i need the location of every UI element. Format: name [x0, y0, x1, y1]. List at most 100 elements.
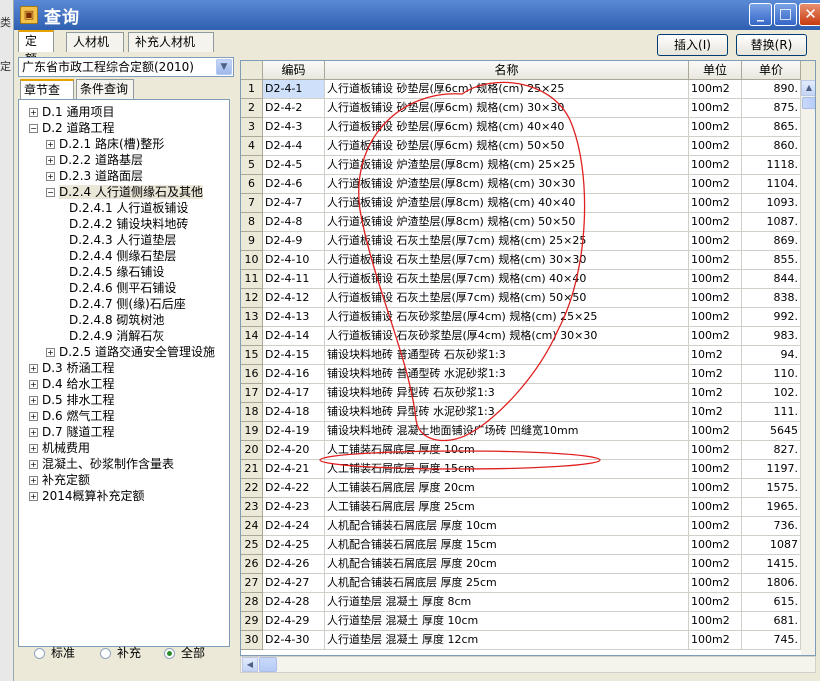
name-cell[interactable]: 人行道板铺设 砂垫层(厚6cm) 规格(cm) 25×25: [325, 80, 689, 99]
price-cell[interactable]: 1087.: [742, 213, 801, 232]
name-cell[interactable]: 铺设块料地砖 普通型砖 石灰砂浆1:3: [325, 346, 689, 365]
row-number[interactable]: 28: [241, 593, 263, 612]
row-number[interactable]: 14: [241, 327, 263, 346]
unit-cell[interactable]: 100m2: [689, 156, 742, 175]
unit-cell[interactable]: 100m2: [689, 555, 742, 574]
row-number[interactable]: 23: [241, 498, 263, 517]
unit-cell[interactable]: 100m2: [689, 631, 742, 650]
code-cell[interactable]: D2-4-26: [263, 555, 325, 574]
unit-cell[interactable]: 100m2: [689, 308, 742, 327]
price-cell[interactable]: 1118.: [742, 156, 801, 175]
row-number[interactable]: 1: [241, 80, 263, 99]
insert-button[interactable]: 插入(I): [657, 34, 728, 56]
row-number[interactable]: 20: [241, 441, 263, 460]
row-number[interactable]: 26: [241, 555, 263, 574]
name-cell[interactable]: 人行道板铺设 石灰砂浆垫层(厚4cm) 规格(cm) 25×25: [325, 308, 689, 327]
table-row[interactable]: 3 D2-4-3 人行道板铺设 砂垫层(厚6cm) 规格(cm) 40×40 100m…: [241, 118, 815, 137]
tree-node[interactable]: D.2.4.1 人行道板铺设: [69, 200, 188, 216]
unit-cell[interactable]: 100m2: [689, 327, 742, 346]
price-cell[interactable]: 983.: [742, 327, 801, 346]
table-row[interactable]: 11 D2-4-11 人行道板铺设 石灰土垫层(厚7cm) 规格(cm) 40×40…: [241, 270, 815, 289]
name-cell[interactable]: 人行道板铺设 炉渣垫层(厚8cm) 规格(cm) 30×30: [325, 175, 689, 194]
name-cell[interactable]: 铺设块料地砖 普通型砖 水泥砂浆1:3: [325, 365, 689, 384]
row-number[interactable]: 18: [241, 403, 263, 422]
tree-node[interactable]: − D.2.4 人行道侧缘石及其他: [46, 184, 203, 200]
price-cell[interactable]: 1093.: [742, 194, 801, 213]
row-number[interactable]: 3: [241, 118, 263, 137]
code-cell[interactable]: D2-4-5: [263, 156, 325, 175]
price-cell[interactable]: 992.: [742, 308, 801, 327]
unit-cell[interactable]: 10m2: [689, 365, 742, 384]
tree-node[interactable]: + D.3 桥涵工程: [29, 360, 115, 376]
unit-cell[interactable]: 100m2: [689, 441, 742, 460]
code-cell[interactable]: D2-4-8: [263, 213, 325, 232]
tree-node[interactable]: + D.5 排水工程: [29, 392, 115, 408]
row-number[interactable]: 7: [241, 194, 263, 213]
row-number[interactable]: 15: [241, 346, 263, 365]
code-cell[interactable]: D2-4-25: [263, 536, 325, 555]
unit-cell[interactable]: 100m2: [689, 270, 742, 289]
table-row[interactable]: 26 D2-4-26 人机配合铺装石屑底层 厚度 20cm 100m2 1415.: [241, 555, 815, 574]
code-cell[interactable]: D2-4-2: [263, 99, 325, 118]
tree-node[interactable]: D.2.4.8 砌筑树池: [69, 312, 164, 328]
code-cell[interactable]: D2-4-27: [263, 574, 325, 593]
unit-cell[interactable]: 100m2: [689, 479, 742, 498]
row-number[interactable]: 27: [241, 574, 263, 593]
row-number[interactable]: 8: [241, 213, 263, 232]
expand-icon[interactable]: +: [29, 396, 38, 405]
tree-node[interactable]: D.2.4.5 缘石铺设: [69, 264, 164, 280]
unit-cell[interactable]: 100m2: [689, 612, 742, 631]
name-cell[interactable]: 人工铺装石屑底层 厚度 10cm: [325, 441, 689, 460]
price-cell[interactable]: 681.: [742, 612, 801, 631]
row-number[interactable]: 10: [241, 251, 263, 270]
row-number[interactable]: 9: [241, 232, 263, 251]
code-cell[interactable]: D2-4-22: [263, 479, 325, 498]
code-cell[interactable]: D2-4-7: [263, 194, 325, 213]
expand-icon[interactable]: +: [29, 476, 38, 485]
table-row[interactable]: 18 D2-4-18 铺设块料地砖 异型砖 水泥砂浆1:3 10m2 111.: [241, 403, 815, 422]
row-number[interactable]: 12: [241, 289, 263, 308]
close-button[interactable]: ✕: [799, 3, 820, 26]
code-cell[interactable]: D2-4-15: [263, 346, 325, 365]
price-cell[interactable]: 838.: [742, 289, 801, 308]
name-cell[interactable]: 人机配合铺装石屑底层 厚度 15cm: [325, 536, 689, 555]
name-cell[interactable]: 人行道板铺设 砂垫层(厚6cm) 规格(cm) 40×40: [325, 118, 689, 137]
tab-supplementary-lmm[interactable]: 补充人材机: [128, 32, 214, 52]
row-number[interactable]: 11: [241, 270, 263, 289]
expand-icon[interactable]: +: [29, 364, 38, 373]
name-cell[interactable]: 人行道板铺设 石灰土垫层(厚7cm) 规格(cm) 50×50: [325, 289, 689, 308]
code-cell[interactable]: D2-4-12: [263, 289, 325, 308]
name-cell[interactable]: 人工铺装石屑底层 厚度 25cm: [325, 498, 689, 517]
table-row[interactable]: 8 D2-4-8 人行道板铺设 炉渣垫层(厚8cm) 规格(cm) 50×50 100…: [241, 213, 815, 232]
price-cell[interactable]: 865.: [742, 118, 801, 137]
price-cell[interactable]: 855.: [742, 251, 801, 270]
code-cell[interactable]: D2-4-20: [263, 441, 325, 460]
unit-cell[interactable]: 100m2: [689, 232, 742, 251]
horizontal-scrollbar[interactable]: ◀: [240, 656, 816, 673]
tree-node[interactable]: + D.4 给水工程: [29, 376, 115, 392]
tree-node[interactable]: + D.7 隧道工程: [29, 424, 115, 440]
unit-cell[interactable]: 100m2: [689, 99, 742, 118]
code-cell[interactable]: D2-4-23: [263, 498, 325, 517]
row-number[interactable]: 5: [241, 156, 263, 175]
row-number[interactable]: 4: [241, 137, 263, 156]
expand-icon[interactable]: +: [29, 108, 38, 117]
tree-node[interactable]: + 混凝土、砂浆制作含量表: [29, 456, 174, 472]
table-row[interactable]: 21 D2-4-21 人工铺装石屑底层 厚度 15cm 100m2 1197.: [241, 460, 815, 479]
code-cell[interactable]: D2-4-13: [263, 308, 325, 327]
price-cell[interactable]: 890.: [742, 80, 801, 99]
unit-cell[interactable]: 100m2: [689, 422, 742, 441]
table-row[interactable]: 30 D2-4-30 人行道垫层 混凝土 厚度 12cm 100m2 745.: [241, 631, 815, 650]
row-number[interactable]: 16: [241, 365, 263, 384]
name-cell[interactable]: 人行道垫层 混凝土 厚度 8cm: [325, 593, 689, 612]
table-row[interactable]: 5 D2-4-5 人行道板铺设 炉渣垫层(厚8cm) 规格(cm) 25×25 100…: [241, 156, 815, 175]
price-cell[interactable]: 1415.: [742, 555, 801, 574]
table-row[interactable]: 23 D2-4-23 人工铺装石屑底层 厚度 25cm 100m2 1965.: [241, 498, 815, 517]
unit-cell[interactable]: 100m2: [689, 574, 742, 593]
code-cell[interactable]: D2-4-4: [263, 137, 325, 156]
table-row[interactable]: 19 D2-4-19 铺设块料地砖 混凝土地面铺设广场砖 凹缝宽10mm 100m2 5…: [241, 422, 815, 441]
code-cell[interactable]: D2-4-21: [263, 460, 325, 479]
column-header-unit[interactable]: 单位: [689, 61, 742, 80]
table-row[interactable]: 29 D2-4-29 人行道垫层 混凝土 厚度 10cm 100m2 681.: [241, 612, 815, 631]
tree-node[interactable]: D.2.4.7 侧(缘)石后座: [69, 296, 186, 312]
